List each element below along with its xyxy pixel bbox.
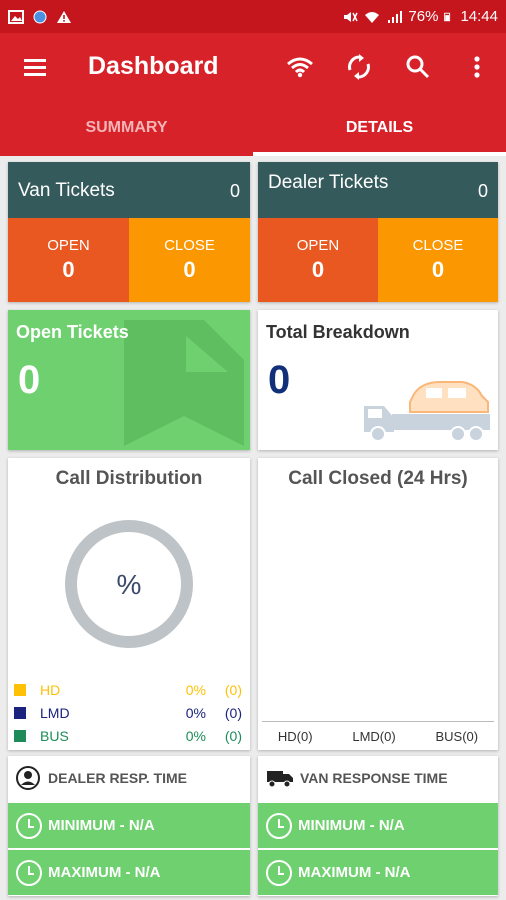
van-max-row: MAXIMUM - N/A (258, 850, 498, 895)
call-closed-card[interactable]: Call Closed (24 Hrs) HD(0) LMD(0) BUS(0) (258, 458, 498, 750)
van-open-tile[interactable]: OPEN 0 (8, 218, 129, 302)
dealer-close-tile[interactable]: CLOSE 0 (378, 218, 498, 302)
call-closed-title: Call Closed (24 Hrs) (288, 468, 468, 489)
bar-label-hd: HD(0) (277, 729, 313, 744)
bar-label-bus: BUS(0) (435, 729, 479, 744)
dealer-open-value: 0 (311, 257, 325, 282)
legend-hd-count: (0) (224, 682, 242, 698)
legend-row-lmd: LMD 0% (0) (14, 703, 242, 723)
dealer-max-text: MAXIMUM - N/A (48, 864, 161, 881)
bus-swatch (14, 730, 26, 742)
image-notification-icon (8, 9, 24, 24)
total-breakdown-card[interactable]: Total Breakdown 0 (258, 310, 498, 450)
total-breakdown-value: 0 (268, 358, 291, 402)
tab-bar: SUMMARY DETAILS (0, 100, 506, 156)
dealer-close-value: 0 (431, 257, 445, 282)
call-distribution-title: Call Distribution (55, 468, 203, 489)
page-title: Dashboard (88, 52, 219, 80)
bar-chart-axis (262, 721, 494, 722)
globe-notification-icon (33, 10, 47, 23)
ticket-bookmark-icon (124, 320, 244, 446)
donut-center-label: % (116, 569, 142, 600)
wifi-icon[interactable] (270, 33, 329, 100)
van-close-value: 0 (183, 257, 196, 282)
open-tickets-card[interactable]: Open Tickets 0 (8, 310, 250, 450)
van-tickets-count: 0 (229, 181, 240, 201)
more-options-icon[interactable] (447, 33, 506, 100)
mute-icon (344, 11, 359, 22)
van-resp-card[interactable]: VAN RESPONSE TIME MINIMUM - N/A MAXIMUM … (258, 756, 498, 896)
dealer-open-label: OPEN (296, 237, 340, 254)
van-open-label: OPEN (47, 237, 90, 254)
van-tickets-title: Van Tickets (18, 180, 115, 201)
legend-lmd-count: (0) (224, 705, 242, 721)
total-breakdown-title: Total Breakdown (266, 322, 410, 342)
van-resp-title: VAN RESPONSE TIME (300, 770, 448, 786)
van-open-value: 0 (62, 257, 75, 282)
van-min-text: MINIMUM - N/A (298, 817, 405, 834)
wifi-status-icon (365, 11, 380, 23)
legend-bus-name: BUS (40, 728, 69, 744)
open-tickets-title: Open Tickets (16, 322, 129, 342)
battery-percent: 76% (408, 8, 439, 25)
van-close-tile[interactable]: CLOSE 0 (129, 218, 250, 302)
warning-icon (57, 10, 71, 23)
van-max-text: MAXIMUM - N/A (298, 864, 411, 881)
signal-icon (388, 10, 403, 23)
legend-bus-count: (0) (224, 728, 242, 744)
dealer-resp-card[interactable]: DEALER RESP. TIME MINIMUM - N/A MAXIMUM … (8, 756, 250, 896)
clock-icon (266, 859, 292, 886)
van-tickets-card[interactable]: Van Tickets 0 OPEN 0 CLOSE 0 (8, 162, 250, 302)
status-bar: 76% 14:44 (0, 0, 506, 33)
legend-lmd-percent: 0% (185, 705, 206, 721)
dealer-max-row: MAXIMUM - N/A (8, 850, 250, 895)
lmd-swatch (14, 707, 26, 719)
legend-row-hd: HD 0% (0) (14, 680, 242, 700)
menu-icon[interactable] (0, 33, 70, 100)
truck-icon (267, 771, 293, 788)
dealer-min-row: MINIMUM - N/A (8, 803, 250, 848)
clock-time: 14:44 (460, 8, 498, 25)
van-close-label: CLOSE (164, 237, 215, 254)
legend-hd-percent: 0% (185, 682, 206, 698)
legend-hd-name: HD (40, 682, 61, 698)
open-tickets-value: 0 (18, 358, 41, 402)
sync-icon[interactable] (329, 33, 388, 100)
van-min-row: MINIMUM - N/A (258, 803, 498, 848)
hd-swatch (14, 684, 26, 696)
clock-icon (16, 859, 42, 886)
clock-icon (266, 812, 292, 839)
call-distribution-card[interactable]: Call Distribution % HD 0% (0) LMD 0% (0)… (8, 458, 250, 750)
search-icon[interactable] (388, 33, 447, 100)
legend-bus-percent: 0% (185, 728, 206, 744)
dealer-tickets-card[interactable]: Dealer Tickets 0 OPEN 0 CLOSE 0 (258, 162, 498, 302)
dealer-tickets-count: 0 (477, 181, 488, 201)
bar-label-lmd: LMD(0) (352, 729, 396, 744)
legend-row-bus: BUS 0% (0) (14, 726, 242, 746)
clock-icon (16, 812, 42, 839)
dealer-resp-title: DEALER RESP. TIME (48, 770, 187, 786)
dealer-open-tile[interactable]: OPEN 0 (258, 218, 378, 302)
tow-truck-icon (364, 381, 490, 442)
dealer-min-text: MINIMUM - N/A (48, 817, 155, 834)
legend-lmd-name: LMD (40, 705, 70, 721)
app-bar: Dashboard (0, 33, 506, 100)
battery-icon (444, 12, 451, 21)
dealer-close-label: CLOSE (412, 237, 464, 254)
person-icon (16, 766, 40, 790)
dealer-tickets-title: Dealer Tickets (268, 172, 389, 193)
tab-summary[interactable]: SUMMARY (0, 100, 253, 156)
tab-details[interactable]: DETAILS (253, 100, 506, 156)
